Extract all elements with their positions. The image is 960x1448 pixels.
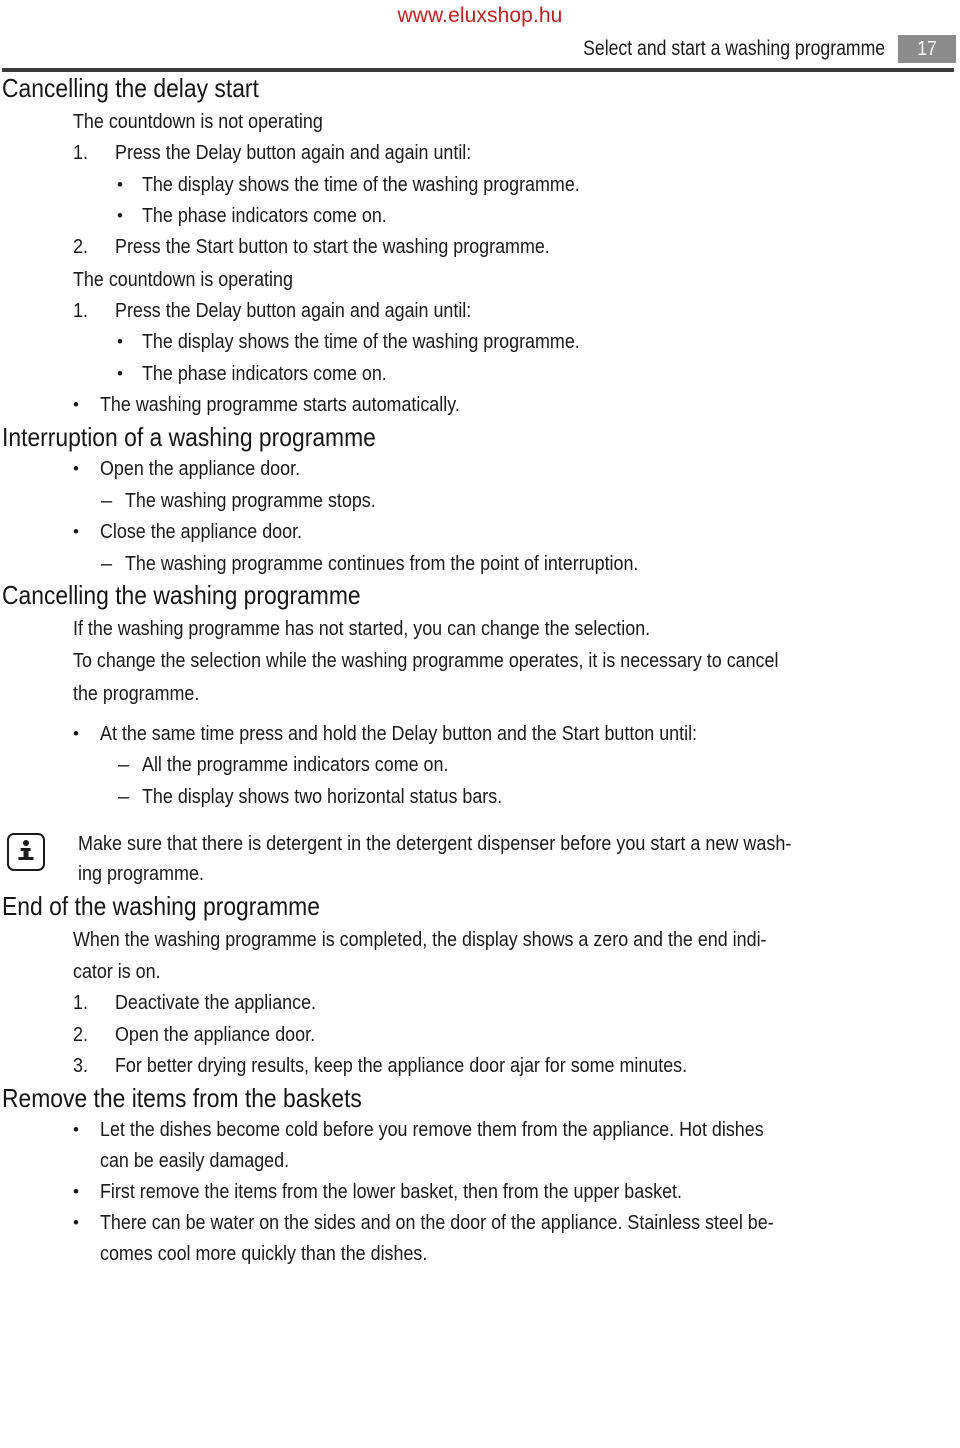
list-text-line2: can be easily damaged. <box>100 1149 290 1172</box>
list-item: • There can be water on the sides and on… <box>2 1208 960 1269</box>
list-number: 2. <box>73 1023 89 1046</box>
list-number: 1. <box>73 142 89 165</box>
paragraph-change-selection-line1: To change the selection while the washin… <box>73 650 779 673</box>
list-item: – The washing programme continues from t… <box>2 549 960 579</box>
dash-icon: – <box>101 552 113 575</box>
list-item: • The display shows the time of the wash… <box>2 327 960 357</box>
header-section-title: Select and start a washing programme <box>583 37 886 60</box>
bullet-icon: • <box>73 395 79 415</box>
list-text-line1: There can be water on the sides and on t… <box>100 1212 774 1235</box>
page-content: Cancelling the delay start The countdown… <box>0 72 960 1269</box>
bullet-icon: • <box>73 1182 79 1202</box>
bullet-icon: • <box>117 205 123 225</box>
list-number: 1. <box>73 992 89 1015</box>
page-number-badge: 17 <box>897 35 957 63</box>
list-item: • First remove the items from the lower … <box>2 1177 960 1207</box>
dash-icon: – <box>118 785 130 808</box>
info-note-line2: ing programme. <box>78 863 205 886</box>
info-icon-serif-bottom <box>18 857 34 860</box>
bullet-icon: • <box>73 1213 79 1233</box>
heading-cancelling-delay-start: Cancelling the delay start <box>2 73 259 103</box>
list-text: For better drying results, keep the appl… <box>115 1055 688 1078</box>
watermark-url: www.eluxshop.hu <box>397 4 563 27</box>
paragraph-end-intro-line1: When the washing programme is completed,… <box>73 928 767 951</box>
list-text: The display shows the time of the washin… <box>142 331 580 354</box>
list-number: 2. <box>73 236 89 259</box>
list-item: 2. Press the Start button to start the w… <box>2 232 960 262</box>
list-text: Open the appliance door. <box>100 458 301 481</box>
list-item: 1. Press the Delay button again and agai… <box>2 138 960 168</box>
list-item: • The phase indicators come on. <box>2 359 960 389</box>
list-item: – The washing programme stops. <box>2 486 960 516</box>
bullet-icon: • <box>73 1120 79 1140</box>
list-item: • Open the appliance door. <box>2 454 960 484</box>
label-countdown-not-operating: The countdown is not operating <box>73 110 323 133</box>
bullet-icon: • <box>117 363 123 383</box>
heading-remove-items-from-baskets: Remove the items from the baskets <box>2 1082 362 1113</box>
info-note: Make sure that there is detergent in the… <box>2 829 960 890</box>
list-text-line1: Let the dishes become cold before you re… <box>100 1119 764 1142</box>
info-note-line1: Make sure that there is detergent in the… <box>78 833 792 856</box>
list-item: 2. Open the appliance door. <box>2 1020 960 1050</box>
heading-cancelling-washing-programme: Cancelling the washing programme <box>2 579 361 610</box>
list-text: At the same time press and hold the Dela… <box>100 722 698 745</box>
list-text: The washing programme stops. <box>125 489 376 512</box>
info-icon-dot <box>23 840 29 847</box>
header-title-row: Select and start a washing programme 17 <box>0 33 960 65</box>
list-item: • The phase indicators come on. <box>2 201 960 231</box>
bullet-icon: • <box>73 522 79 542</box>
list-text: Press the Start button to start the wash… <box>115 236 550 259</box>
list-text: The phase indicators come on. <box>142 204 387 227</box>
list-item: • Let the dishes become cold before you … <box>2 1115 960 1176</box>
list-text: Let the dishes become cold before you re… <box>100 1115 862 1176</box>
bullet-icon: • <box>117 174 123 194</box>
page-header: www.eluxshop.hu Select and start a washi… <box>0 0 960 72</box>
list-text: Close the appliance door. <box>100 521 303 544</box>
list-item: • The washing programme starts automatic… <box>2 390 960 420</box>
paragraph-not-started: If the washing programme has not started… <box>73 617 651 640</box>
list-item: 3. For better drying results, keep the a… <box>2 1051 960 1081</box>
label-countdown-operating: The countdown is operating <box>73 268 293 291</box>
list-text: The display shows two horizontal status … <box>142 785 503 808</box>
list-item: • At the same time press and hold the De… <box>2 719 960 749</box>
list-item: • The display shows the time of the wash… <box>2 170 960 200</box>
list-item: – All the programme indicators come on. <box>2 750 960 780</box>
bullet-icon: • <box>117 332 123 352</box>
list-number: 1. <box>73 300 89 323</box>
list-text: Open the appliance door. <box>115 1023 316 1046</box>
paragraph-end-intro-line2: cator is on. <box>73 960 161 983</box>
list-text: The display shows the time of the washin… <box>142 173 580 196</box>
list-text: First remove the items from the lower ba… <box>100 1181 683 1204</box>
paragraph-change-selection-line2: the programme. <box>73 682 200 705</box>
bullet-icon: • <box>73 459 79 479</box>
heading-interruption: Interruption of a washing programme <box>2 421 376 452</box>
list-text: There can be water on the sides and on t… <box>100 1208 862 1269</box>
list-text: All the programme indicators come on. <box>142 754 449 777</box>
dash-icon: – <box>101 489 113 512</box>
list-text: Press the Delay button again and again u… <box>115 142 472 165</box>
heading-end-of-washing-programme: End of the washing programme <box>2 890 320 921</box>
list-text: Deactivate the appliance. <box>115 992 317 1015</box>
list-item: – The display shows two horizontal statu… <box>2 782 960 812</box>
list-item: • Close the appliance door. <box>2 517 960 547</box>
list-text: Press the Delay button again and again u… <box>115 300 472 323</box>
bullet-icon: • <box>73 723 79 743</box>
list-text: The washing programme starts automatical… <box>100 394 460 417</box>
list-text: The phase indicators come on. <box>142 362 387 385</box>
info-note-text: Make sure that there is detergent in the… <box>45 829 960 890</box>
list-text-line2: comes cool more quickly than the dishes. <box>100 1242 428 1265</box>
info-icon <box>7 833 45 872</box>
list-item: 1. Press the Delay button again and agai… <box>2 296 960 326</box>
list-text: The washing programme continues from the… <box>125 552 639 575</box>
list-item: 1. Deactivate the appliance. <box>2 988 960 1018</box>
dash-icon: – <box>118 754 130 777</box>
list-number: 3. <box>73 1055 89 1078</box>
